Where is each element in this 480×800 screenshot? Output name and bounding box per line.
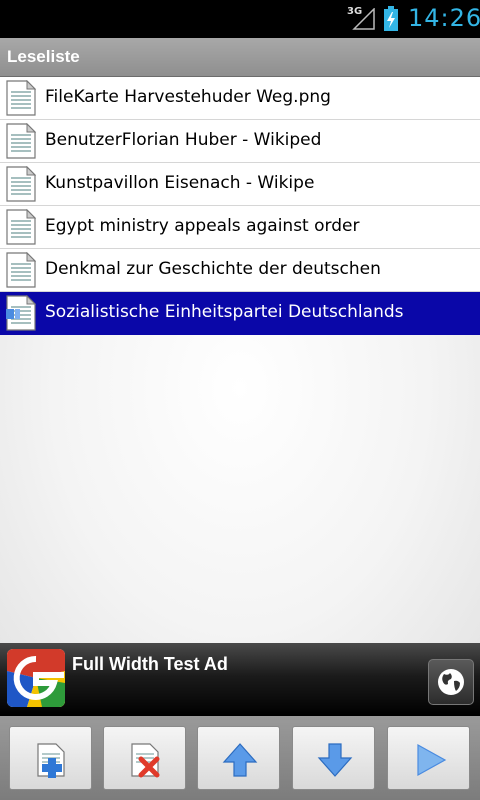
play-icon <box>417 743 447 777</box>
list-item[interactable]: Egypt ministry appeals against order <box>0 206 480 249</box>
document-icon <box>6 209 36 245</box>
document-add-icon <box>37 743 65 778</box>
move-up-button[interactable] <box>197 726 280 790</box>
clock: 14:26 <box>408 4 480 32</box>
signal-icon <box>352 8 375 30</box>
google-g-logo-icon <box>7 649 65 707</box>
list-item[interactable]: FileKarte Harvestehuder Weg.png <box>0 77 480 120</box>
arrow-up-icon <box>222 743 258 777</box>
reading-list: FileKarte Harvestehuder Weg.png Benutzer… <box>0 77 480 643</box>
list-item[interactable]: Kunstpavillon Eisenach - Wikipe <box>0 163 480 206</box>
battery-charging-icon <box>384 6 398 31</box>
document-delete-icon <box>131 743 160 778</box>
document-icon <box>6 166 36 202</box>
document-icon <box>6 123 36 159</box>
list-item[interactable]: BenutzerFlorian Huber - Wikiped <box>0 120 480 163</box>
list-item-label: Denkmal zur Geschichte der deutschen <box>45 259 381 279</box>
add-document-button[interactable] <box>9 726 92 790</box>
ad-banner[interactable]: Full Width Test Ad <box>0 643 480 716</box>
document-icon <box>6 80 36 116</box>
page-title: Leseliste <box>7 47 80 66</box>
list-item-label: FileKarte Harvestehuder Weg.png <box>45 87 331 107</box>
ad-title: Full Width Test Ad <box>72 654 228 674</box>
status-bar: 3G 14:26 <box>0 0 480 38</box>
arrow-down-icon <box>317 743 353 777</box>
list-item-selected[interactable]: Sozialistische Einheitspartei Deutschlan… <box>0 292 480 335</box>
list-item-label: Egypt ministry appeals against order <box>45 216 360 236</box>
list-item-label: BenutzerFlorian Huber - Wikiped <box>45 130 322 150</box>
document-loading-icon <box>6 295 36 331</box>
list-item-label: Sozialistische Einheitspartei Deutschlan… <box>45 302 404 322</box>
move-down-button[interactable] <box>292 726 375 790</box>
list-item-label: Kunstpavillon Eisenach - Wikipe <box>45 173 315 193</box>
document-icon <box>6 252 36 288</box>
globe-icon <box>438 669 464 695</box>
bottom-toolbar <box>0 716 480 800</box>
ad-open-button[interactable] <box>428 659 474 705</box>
list-item[interactable]: Denkmal zur Geschichte der deutschen <box>0 249 480 292</box>
title-bar: Leseliste <box>0 38 480 77</box>
play-button[interactable] <box>387 726 470 790</box>
delete-document-button[interactable] <box>103 726 186 790</box>
